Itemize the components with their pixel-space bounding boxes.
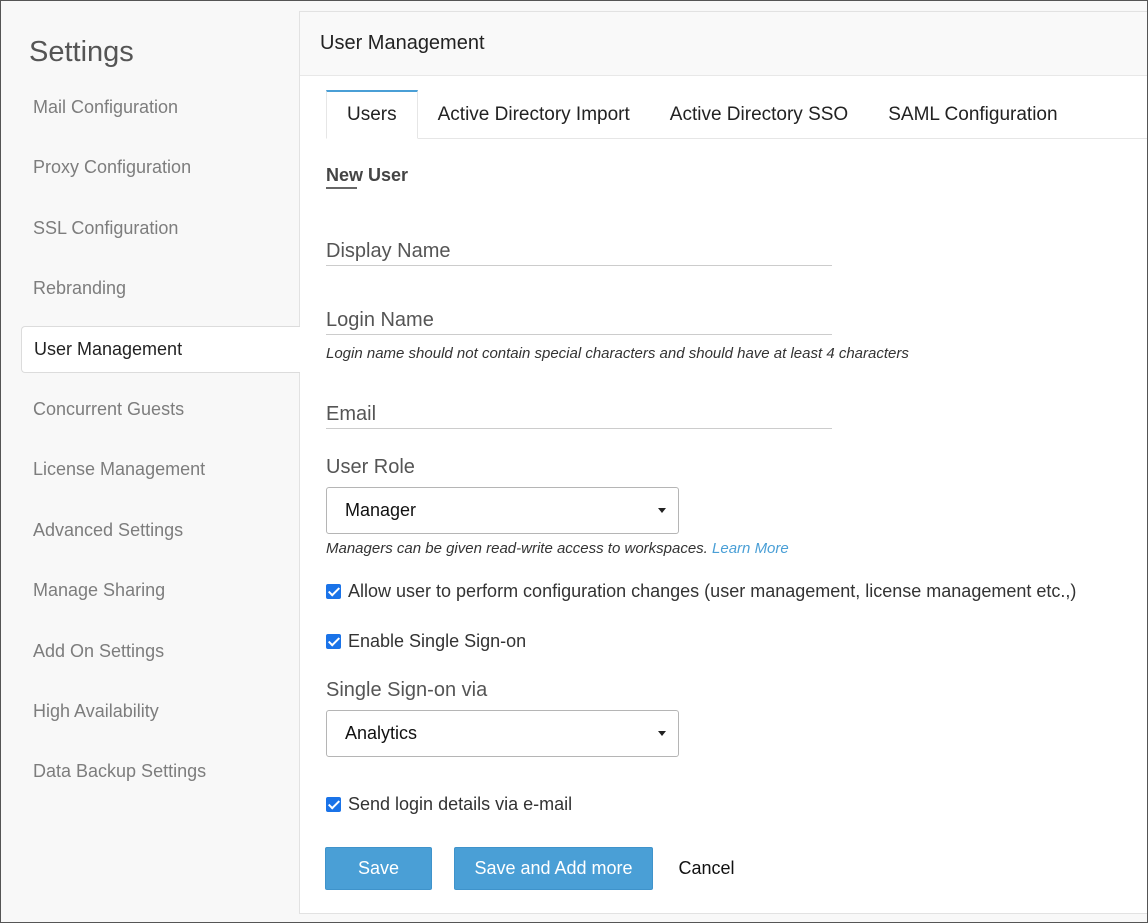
enable-sso-label: Enable Single Sign-on — [348, 631, 527, 651]
enable-sso-checkbox[interactable] — [326, 634, 341, 649]
sidebar-item-data-backup-settings[interactable]: Data Backup Settings — [21, 748, 300, 795]
sidebar-item-add-on-settings[interactable]: Add On Settings — [21, 628, 300, 675]
allow-config-checkbox-row[interactable]: Allow user to perform configuration chan… — [326, 581, 1076, 602]
email-underline — [326, 428, 832, 429]
sso-via-select[interactable]: Analytics — [326, 710, 679, 757]
user-role-select[interactable]: Manager — [326, 487, 679, 534]
section-title-new-user: New User — [326, 165, 409, 185]
sidebar-item-license-management[interactable]: License Management — [21, 446, 300, 493]
sso-via-selected-value: Analytics — [345, 723, 418, 743]
send-email-checkbox[interactable] — [326, 797, 341, 812]
sidebar-item-mail-configuration[interactable]: Mail Configuration — [21, 84, 300, 131]
user-role-hint: Managers can be given read-write access … — [326, 540, 789, 557]
user-role-selected-value: Manager — [345, 500, 417, 520]
display-name-underline — [326, 265, 832, 266]
sidebar-item-advanced-settings[interactable]: Advanced Settings — [21, 507, 300, 554]
send-email-checkbox-row[interactable]: Send login details via e-mail — [326, 794, 572, 815]
login-name-hint: Login name should not contain special ch… — [326, 345, 909, 362]
tab-saml-configuration[interactable]: SAML Configuration — [868, 90, 1077, 139]
display-name-field[interactable]: Display Name — [326, 240, 450, 263]
email-field[interactable]: Email — [326, 403, 376, 426]
sidebar-title: Settings — [29, 36, 134, 68]
save-and-add-more-button[interactable]: Save and Add more — [454, 847, 653, 890]
learn-more-link[interactable]: Learn More — [712, 540, 789, 557]
tab-users[interactable]: Users — [326, 90, 418, 139]
tab-active-directory-import[interactable]: Active Directory Import — [418, 90, 650, 139]
save-button[interactable]: Save — [325, 847, 432, 890]
chevron-down-icon — [658, 508, 666, 513]
enable-sso-checkbox-row[interactable]: Enable Single Sign-on — [326, 631, 526, 652]
sidebar-item-high-availability[interactable]: High Availability — [21, 688, 300, 735]
section-underline — [326, 187, 357, 189]
user-role-label: User Role — [326, 456, 415, 478]
user-role-hint-text: Managers can be given read-write access … — [326, 540, 708, 557]
allow-config-checkbox[interactable] — [326, 584, 341, 599]
login-name-field[interactable]: Login Name — [326, 309, 434, 332]
settings-sidebar: Settings Mail Configuration Proxy Config… — [0, 0, 300, 923]
sso-via-label: Single Sign-on via — [326, 679, 488, 701]
send-email-label: Send login details via e-mail — [348, 794, 573, 814]
sidebar-item-proxy-configuration[interactable]: Proxy Configuration — [21, 144, 300, 191]
sidebar-item-rebranding[interactable]: Rebranding — [21, 265, 300, 312]
cancel-button[interactable]: Cancel — [669, 847, 744, 890]
tab-bar: Users Active Directory Import Active Dir… — [326, 90, 1148, 139]
sidebar-nav: Mail Configuration Proxy Configuration S… — [21, 84, 300, 809]
sidebar-item-ssl-configuration[interactable]: SSL Configuration — [21, 205, 300, 252]
chevron-down-icon — [658, 731, 666, 736]
panel-title: User Management — [300, 12, 1148, 76]
sidebar-item-manage-sharing[interactable]: Manage Sharing — [21, 567, 300, 614]
sidebar-item-concurrent-guests[interactable]: Concurrent Guests — [21, 386, 300, 433]
sidebar-item-user-management[interactable]: User Management — [21, 325, 300, 373]
user-management-panel: User Management Users Active Directory I… — [299, 11, 1148, 914]
login-name-underline — [326, 334, 832, 335]
tab-active-directory-sso[interactable]: Active Directory SSO — [650, 90, 868, 139]
allow-config-label: Allow user to perform configuration chan… — [348, 581, 1077, 601]
